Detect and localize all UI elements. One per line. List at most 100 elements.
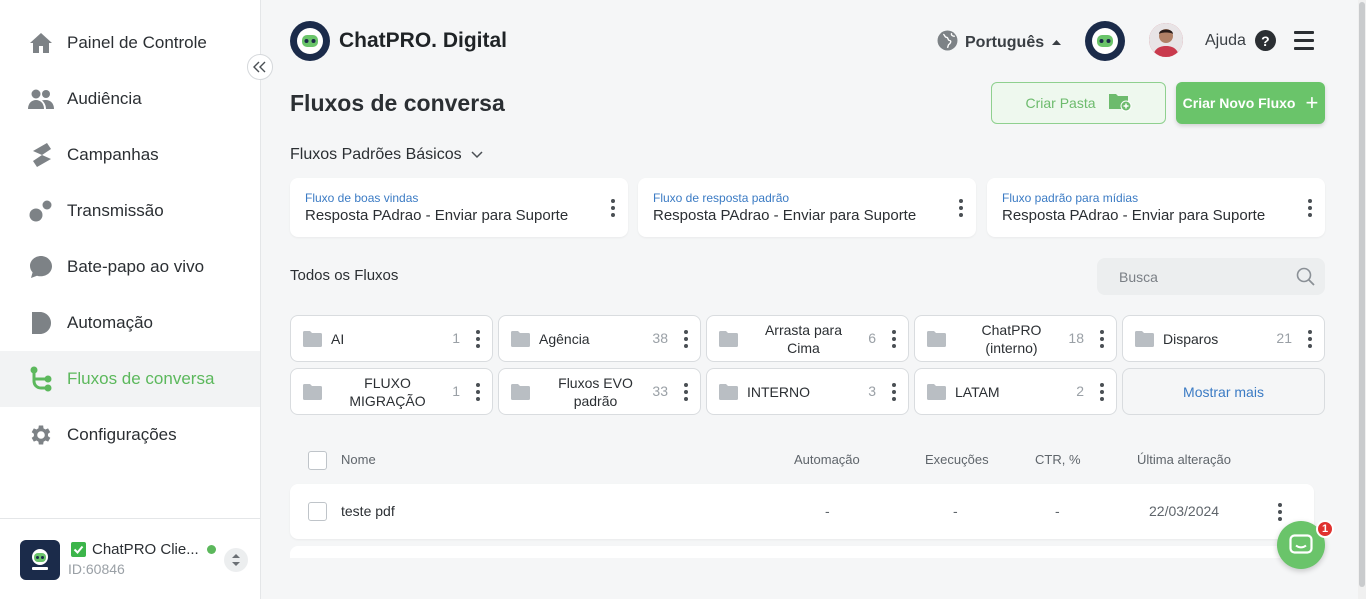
- sidebar-item-label: Transmissão: [67, 201, 164, 220]
- folder-count: 1: [452, 383, 460, 399]
- folder-count: 6: [868, 330, 876, 346]
- folder-name: Arrasta para Cima: [764, 321, 843, 356]
- all-flows-heading: Todos os Fluxos: [290, 267, 399, 284]
- row-automation: -: [825, 503, 830, 519]
- search-icon[interactable]: [1296, 267, 1315, 286]
- default-flows-toggle[interactable]: Fluxos Padrões Básicos: [290, 146, 483, 164]
- column-header-name[interactable]: Nome: [341, 452, 376, 467]
- more-options-icon[interactable]: [1100, 330, 1104, 348]
- folder-name: AI: [331, 330, 345, 347]
- folder-name: FLUXO MIGRAÇÃO: [349, 374, 426, 409]
- folder-name: Fluxos EVO padrão: [558, 374, 633, 409]
- row-ctr: -: [1055, 503, 1060, 519]
- more-options-icon[interactable]: [1308, 330, 1312, 348]
- brand[interactable]: ChatPRO. Digital: [290, 21, 507, 61]
- sidebar-item-audiencia[interactable]: Audiência: [0, 71, 260, 127]
- users-icon: [28, 86, 54, 112]
- folder-count: 1: [452, 330, 460, 346]
- more-options-icon[interactable]: [684, 383, 688, 401]
- automation-icon: [28, 310, 54, 336]
- account-switch-button[interactable]: [224, 548, 248, 572]
- show-more-button[interactable]: Mostrar mais: [1122, 368, 1325, 415]
- folder-card[interactable]: AI 1: [290, 315, 493, 362]
- more-options-icon[interactable]: [476, 330, 480, 348]
- row-executions: -: [953, 503, 958, 519]
- sidebar-item-campanhas[interactable]: Campanhas: [0, 127, 260, 183]
- sidebar-item-fluxos[interactable]: Fluxos de conversa: [0, 351, 260, 407]
- table-row[interactable]: [290, 546, 1314, 558]
- sidebar-collapse-button[interactable]: [247, 54, 273, 80]
- folder-card[interactable]: ChatPRO (interno) 18: [914, 315, 1117, 362]
- sidebar-item-bate-papo[interactable]: Bate-papo ao vivo: [0, 239, 260, 295]
- folder-card[interactable]: INTERNO 3: [706, 368, 909, 415]
- folder-icon: [303, 331, 322, 352]
- more-options-icon[interactable]: [1100, 383, 1104, 401]
- sidebar-item-label: Fluxos de conversa: [67, 369, 215, 388]
- search-box[interactable]: [1097, 258, 1325, 295]
- default-flow-card[interactable]: Fluxo padrão para mídias Resposta PAdrao…: [987, 178, 1325, 237]
- chevron-down-icon: [471, 151, 483, 159]
- create-folder-button[interactable]: Criar Pasta: [991, 82, 1166, 124]
- home-icon: [28, 30, 54, 56]
- folder-name: Agência: [539, 330, 590, 347]
- select-all-checkbox[interactable]: [308, 451, 327, 470]
- sidebar-item-label: Campanhas: [67, 145, 159, 164]
- folder-icon: [719, 384, 738, 405]
- whatsapp-check-icon: [71, 542, 86, 557]
- broadcast-icon: [28, 198, 54, 224]
- account-switcher[interactable]: ChatPRO Clie... ID:60846: [0, 518, 260, 599]
- bot-avatar[interactable]: [1085, 21, 1125, 61]
- default-flow-card[interactable]: Fluxo de resposta padrão Resposta PAdrao…: [638, 178, 976, 237]
- more-options-icon[interactable]: [959, 199, 963, 217]
- page-scrollbar[interactable]: [1358, 0, 1366, 599]
- folder-icon: [511, 384, 530, 405]
- folder-name: ChatPRO (interno): [981, 321, 1042, 356]
- more-options-icon[interactable]: [1278, 503, 1282, 521]
- hamburger-menu-icon[interactable]: [1294, 31, 1314, 51]
- question-icon: ?: [1254, 30, 1276, 51]
- account-id: ID:60846: [68, 561, 125, 577]
- folder-count: 3: [868, 383, 876, 399]
- sidebar-item-automacao[interactable]: Automação: [0, 295, 260, 351]
- campaign-icon: [28, 142, 54, 168]
- folder-card[interactable]: Disparos 21: [1122, 315, 1325, 362]
- row-checkbox[interactable]: [308, 502, 327, 521]
- sidebar-item-label: Configurações: [67, 425, 177, 444]
- gear-icon: [28, 422, 54, 448]
- plus-icon: +: [1305, 90, 1319, 115]
- notification-badge: 1: [1316, 520, 1334, 538]
- language-selector[interactable]: Português: [937, 30, 1062, 56]
- column-header-modified[interactable]: Última alteração: [1137, 452, 1231, 467]
- more-options-icon[interactable]: [476, 383, 480, 401]
- more-options-icon[interactable]: [1308, 199, 1312, 217]
- more-options-icon[interactable]: [684, 330, 688, 348]
- sidebar-item-painel[interactable]: Painel de Controle: [0, 15, 260, 71]
- sidebar-item-label: Painel de Controle: [67, 33, 207, 52]
- sidebar-item-transmissao[interactable]: Transmissão: [0, 183, 260, 239]
- column-header-executions[interactable]: Execuções: [925, 452, 989, 467]
- folder-card[interactable]: Fluxos EVO padrão 33: [498, 368, 701, 415]
- table-row[interactable]: teste pdf - - - 22/03/2024: [290, 484, 1314, 539]
- folder-card[interactable]: Agência 38: [498, 315, 701, 362]
- row-name[interactable]: teste pdf: [341, 503, 395, 519]
- more-options-icon[interactable]: [892, 330, 896, 348]
- help-button[interactable]: Ajuda ?: [1205, 30, 1276, 51]
- create-flow-button[interactable]: Criar Novo Fluxo +: [1176, 82, 1325, 124]
- folder-card[interactable]: Arrasta para Cima 6: [706, 315, 909, 362]
- brand-logo-icon: [290, 21, 330, 61]
- more-options-icon[interactable]: [611, 199, 615, 217]
- folder-icon: [927, 384, 946, 405]
- folder-icon: [927, 331, 946, 352]
- folder-card[interactable]: LATAM 2: [914, 368, 1117, 415]
- folder-icon: [719, 331, 738, 352]
- folder-count: 18: [1068, 330, 1084, 346]
- more-options-icon[interactable]: [892, 383, 896, 401]
- column-header-automation[interactable]: Automação: [794, 452, 860, 467]
- user-avatar[interactable]: [1149, 23, 1183, 57]
- sidebar-item-configuracoes[interactable]: Configurações: [0, 407, 260, 463]
- folder-count: 38: [652, 330, 668, 346]
- default-flow-card[interactable]: Fluxo de boas vindas Resposta PAdrao - E…: [290, 178, 628, 237]
- folder-card[interactable]: FLUXO MIGRAÇÃO 1: [290, 368, 493, 415]
- search-input[interactable]: [1097, 258, 1287, 295]
- column-header-ctr[interactable]: CTR, %: [1035, 452, 1081, 467]
